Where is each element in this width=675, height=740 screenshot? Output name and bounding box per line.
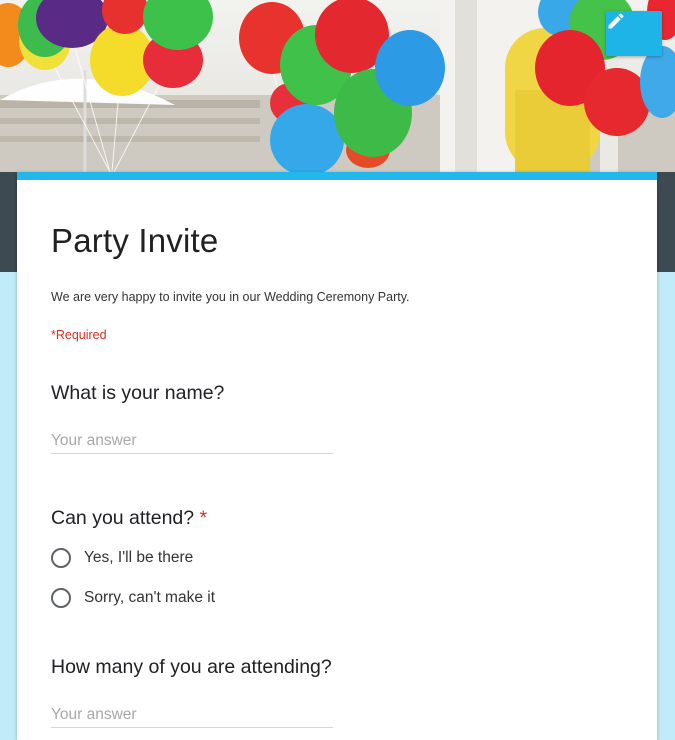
form-title: Party Invite (51, 222, 218, 260)
question-name-text: What is your name? (51, 382, 224, 404)
form-card: Party Invite We are very happy to invite… (17, 172, 657, 740)
form-description: We are very happy to invite you in our W… (51, 290, 410, 304)
question-attend-label: Can you attend? * (51, 507, 207, 530)
name-answer-input[interactable] (51, 429, 333, 454)
radio-unchecked-icon[interactable] (51, 548, 71, 568)
question-attend-text: Can you attend? (51, 507, 194, 529)
required-asterisk: * (200, 507, 208, 529)
attend-option-no[interactable]: Sorry, can't make it (51, 588, 215, 608)
edit-header-button[interactable] (606, 11, 662, 56)
question-count-label: How many of you are attending? (51, 656, 332, 679)
count-answer-input[interactable] (51, 703, 333, 728)
attend-option-yes-label: Yes, I'll be there (84, 549, 193, 567)
attend-option-yes[interactable]: Yes, I'll be there (51, 548, 193, 568)
question-count-text: How many of you are attending? (51, 656, 332, 678)
radio-unchecked-icon[interactable] (51, 588, 71, 608)
question-name-label: What is your name? (51, 382, 224, 405)
required-note: *Required (51, 328, 107, 342)
attend-option-no-label: Sorry, can't make it (84, 589, 215, 607)
